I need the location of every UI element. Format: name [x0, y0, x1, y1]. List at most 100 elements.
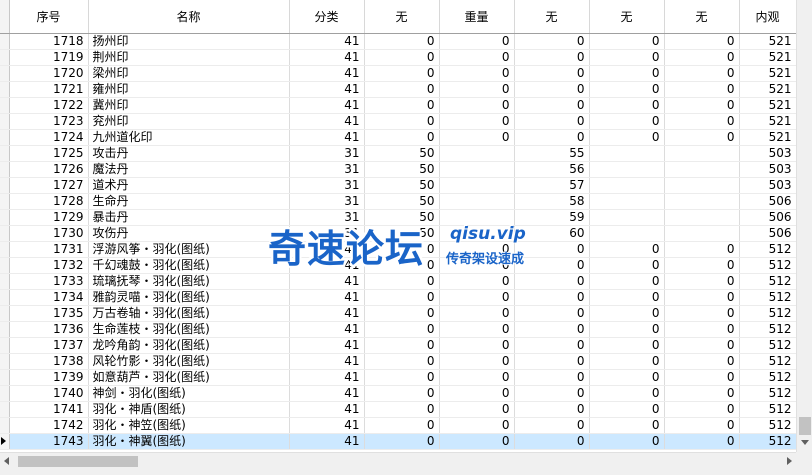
cell-5[interactable]: 0	[514, 369, 590, 386]
cell-3[interactable]: 0	[364, 49, 440, 66]
cell-1[interactable]: 梁州印	[88, 65, 290, 82]
cell-4[interactable]	[439, 145, 515, 162]
cell-6[interactable]: 0	[589, 353, 665, 370]
cell-0[interactable]: 1741	[9, 401, 89, 418]
table-row[interactable]: 1727 道术丹 31 50 57 503	[0, 177, 796, 194]
cell-5[interactable]: 0	[514, 305, 590, 322]
table-row[interactable]: 1734 雅韵灵喵・羽化(图纸) 41 0 0 0 0 0 512	[0, 289, 796, 306]
cell-0[interactable]: 1742	[9, 417, 89, 434]
data-grid[interactable]: 序号 名称 分类无重量无无无内观 1718 扬州印 41 0 0 0 0 0 521 1719 荆州印 4…	[0, 0, 796, 452]
cell-4[interactable]: 0	[439, 129, 515, 146]
cell-0[interactable]: 1737	[9, 337, 89, 354]
cell-4[interactable]: 0	[439, 289, 515, 306]
vertical-scrollbar[interactable]	[796, 0, 812, 452]
table-row[interactable]: 1731 浮游风筝・羽化(图纸) 41 0 0 0 0 0 512	[0, 241, 796, 258]
column-header-0[interactable]: 序号	[9, 0, 89, 34]
cell-8[interactable]: 512	[739, 433, 796, 450]
row-selector[interactable]	[0, 305, 10, 322]
scroll-right-arrow-icon[interactable]	[787, 457, 792, 465]
row-selector[interactable]	[0, 401, 10, 418]
cell-3[interactable]: 0	[364, 65, 440, 82]
cell-1[interactable]: 神剑・羽化(图纸)	[88, 385, 290, 402]
cell-6[interactable]: 0	[589, 417, 665, 434]
cell-8[interactable]: 503	[739, 145, 796, 162]
cell-1[interactable]: 雅韵灵喵・羽化(图纸)	[88, 289, 290, 306]
row-selector[interactable]	[0, 225, 10, 242]
cell-7[interactable]: 0	[664, 241, 740, 258]
cell-6[interactable]: 0	[589, 65, 665, 82]
cell-0[interactable]: 1743	[9, 433, 89, 450]
vertical-scroll-thumb[interactable]	[799, 417, 811, 435]
cell-1[interactable]: 琉璃抚琴・羽化(图纸)	[88, 273, 290, 290]
row-selector[interactable]	[0, 337, 10, 354]
cell-5[interactable]: 0	[514, 353, 590, 370]
row-selector[interactable]	[0, 65, 10, 82]
table-row[interactable]: 1719 荆州印 41 0 0 0 0 0 521	[0, 49, 796, 66]
cell-0[interactable]: 1718	[9, 33, 89, 50]
cell-2[interactable]: 41	[289, 65, 365, 82]
cell-8[interactable]: 521	[739, 113, 796, 130]
cell-7[interactable]	[664, 193, 740, 210]
table-row[interactable]: 1725 攻击丹 31 50 55 503	[0, 145, 796, 162]
cell-6[interactable]: 0	[589, 273, 665, 290]
cell-4[interactable]: 0	[439, 65, 515, 82]
cell-3[interactable]: 0	[364, 241, 440, 258]
table-row[interactable]: 1728 生命丹 31 50 58 506	[0, 193, 796, 210]
cell-4[interactable]: 0	[439, 49, 515, 66]
cell-7[interactable]: 0	[664, 81, 740, 98]
cell-8[interactable]: 512	[739, 353, 796, 370]
cell-6[interactable]: 0	[589, 337, 665, 354]
cell-8[interactable]: 503	[739, 161, 796, 178]
cell-7[interactable]	[664, 225, 740, 242]
cell-7[interactable]: 0	[664, 49, 740, 66]
cell-5[interactable]: 0	[514, 65, 590, 82]
cell-6[interactable]: 0	[589, 385, 665, 402]
cell-4[interactable]: 0	[439, 433, 515, 450]
cell-5[interactable]: 59	[514, 209, 590, 226]
table-row[interactable]: 1723 兖州印 41 0 0 0 0 0 521	[0, 113, 796, 130]
cell-5[interactable]: 0	[514, 129, 590, 146]
cell-8[interactable]: 512	[739, 289, 796, 306]
cell-6[interactable]: 0	[589, 369, 665, 386]
cell-2[interactable]: 41	[289, 433, 365, 450]
cell-2[interactable]: 41	[289, 97, 365, 114]
horizontal-scrollbar[interactable]	[0, 452, 796, 470]
cell-2[interactable]: 31	[289, 161, 365, 178]
cell-0[interactable]: 1730	[9, 225, 89, 242]
cell-8[interactable]: 512	[739, 321, 796, 338]
cell-7[interactable]	[664, 161, 740, 178]
cell-8[interactable]: 521	[739, 49, 796, 66]
table-row[interactable]: 1742 羽化・神笠(图纸) 41 0 0 0 0 0 512	[0, 417, 796, 434]
cell-0[interactable]: 1727	[9, 177, 89, 194]
cell-0[interactable]: 1732	[9, 257, 89, 274]
cell-2[interactable]: 41	[289, 113, 365, 130]
table-row[interactable]: 1739 如意葫芦・羽化(图纸) 41 0 0 0 0 0 512	[0, 369, 796, 386]
cell-6[interactable]: 0	[589, 433, 665, 450]
cell-2[interactable]: 31	[289, 225, 365, 242]
cell-5[interactable]: 55	[514, 145, 590, 162]
cell-5[interactable]: 0	[514, 401, 590, 418]
row-selector[interactable]	[0, 81, 10, 98]
table-row[interactable]: 1741 羽化・神盾(图纸) 41 0 0 0 0 0 512	[0, 401, 796, 418]
cell-4[interactable]	[439, 161, 515, 178]
cell-2[interactable]: 41	[289, 321, 365, 338]
cell-4[interactable]: 0	[439, 321, 515, 338]
cell-3[interactable]: 50	[364, 193, 440, 210]
cell-8[interactable]: 521	[739, 81, 796, 98]
cell-6[interactable]: 0	[589, 401, 665, 418]
cell-7[interactable]: 0	[664, 417, 740, 434]
horizontal-scroll-thumb[interactable]	[18, 456, 138, 467]
cell-4[interactable]	[439, 209, 515, 226]
cell-8[interactable]: 506	[739, 209, 796, 226]
cell-5[interactable]: 0	[514, 417, 590, 434]
cell-0[interactable]: 1731	[9, 241, 89, 258]
cell-3[interactable]: 0	[364, 321, 440, 338]
cell-1[interactable]: 羽化・神翼(图纸)	[88, 433, 290, 450]
cell-1[interactable]: 如意葫芦・羽化(图纸)	[88, 369, 290, 386]
cell-1[interactable]: 魔法丹	[88, 161, 290, 178]
cell-7[interactable]	[664, 145, 740, 162]
cell-7[interactable]: 0	[664, 65, 740, 82]
row-selector[interactable]	[0, 97, 10, 114]
cell-1[interactable]: 千幻魂鼓・羽化(图纸)	[88, 257, 290, 274]
cell-3[interactable]: 0	[364, 401, 440, 418]
